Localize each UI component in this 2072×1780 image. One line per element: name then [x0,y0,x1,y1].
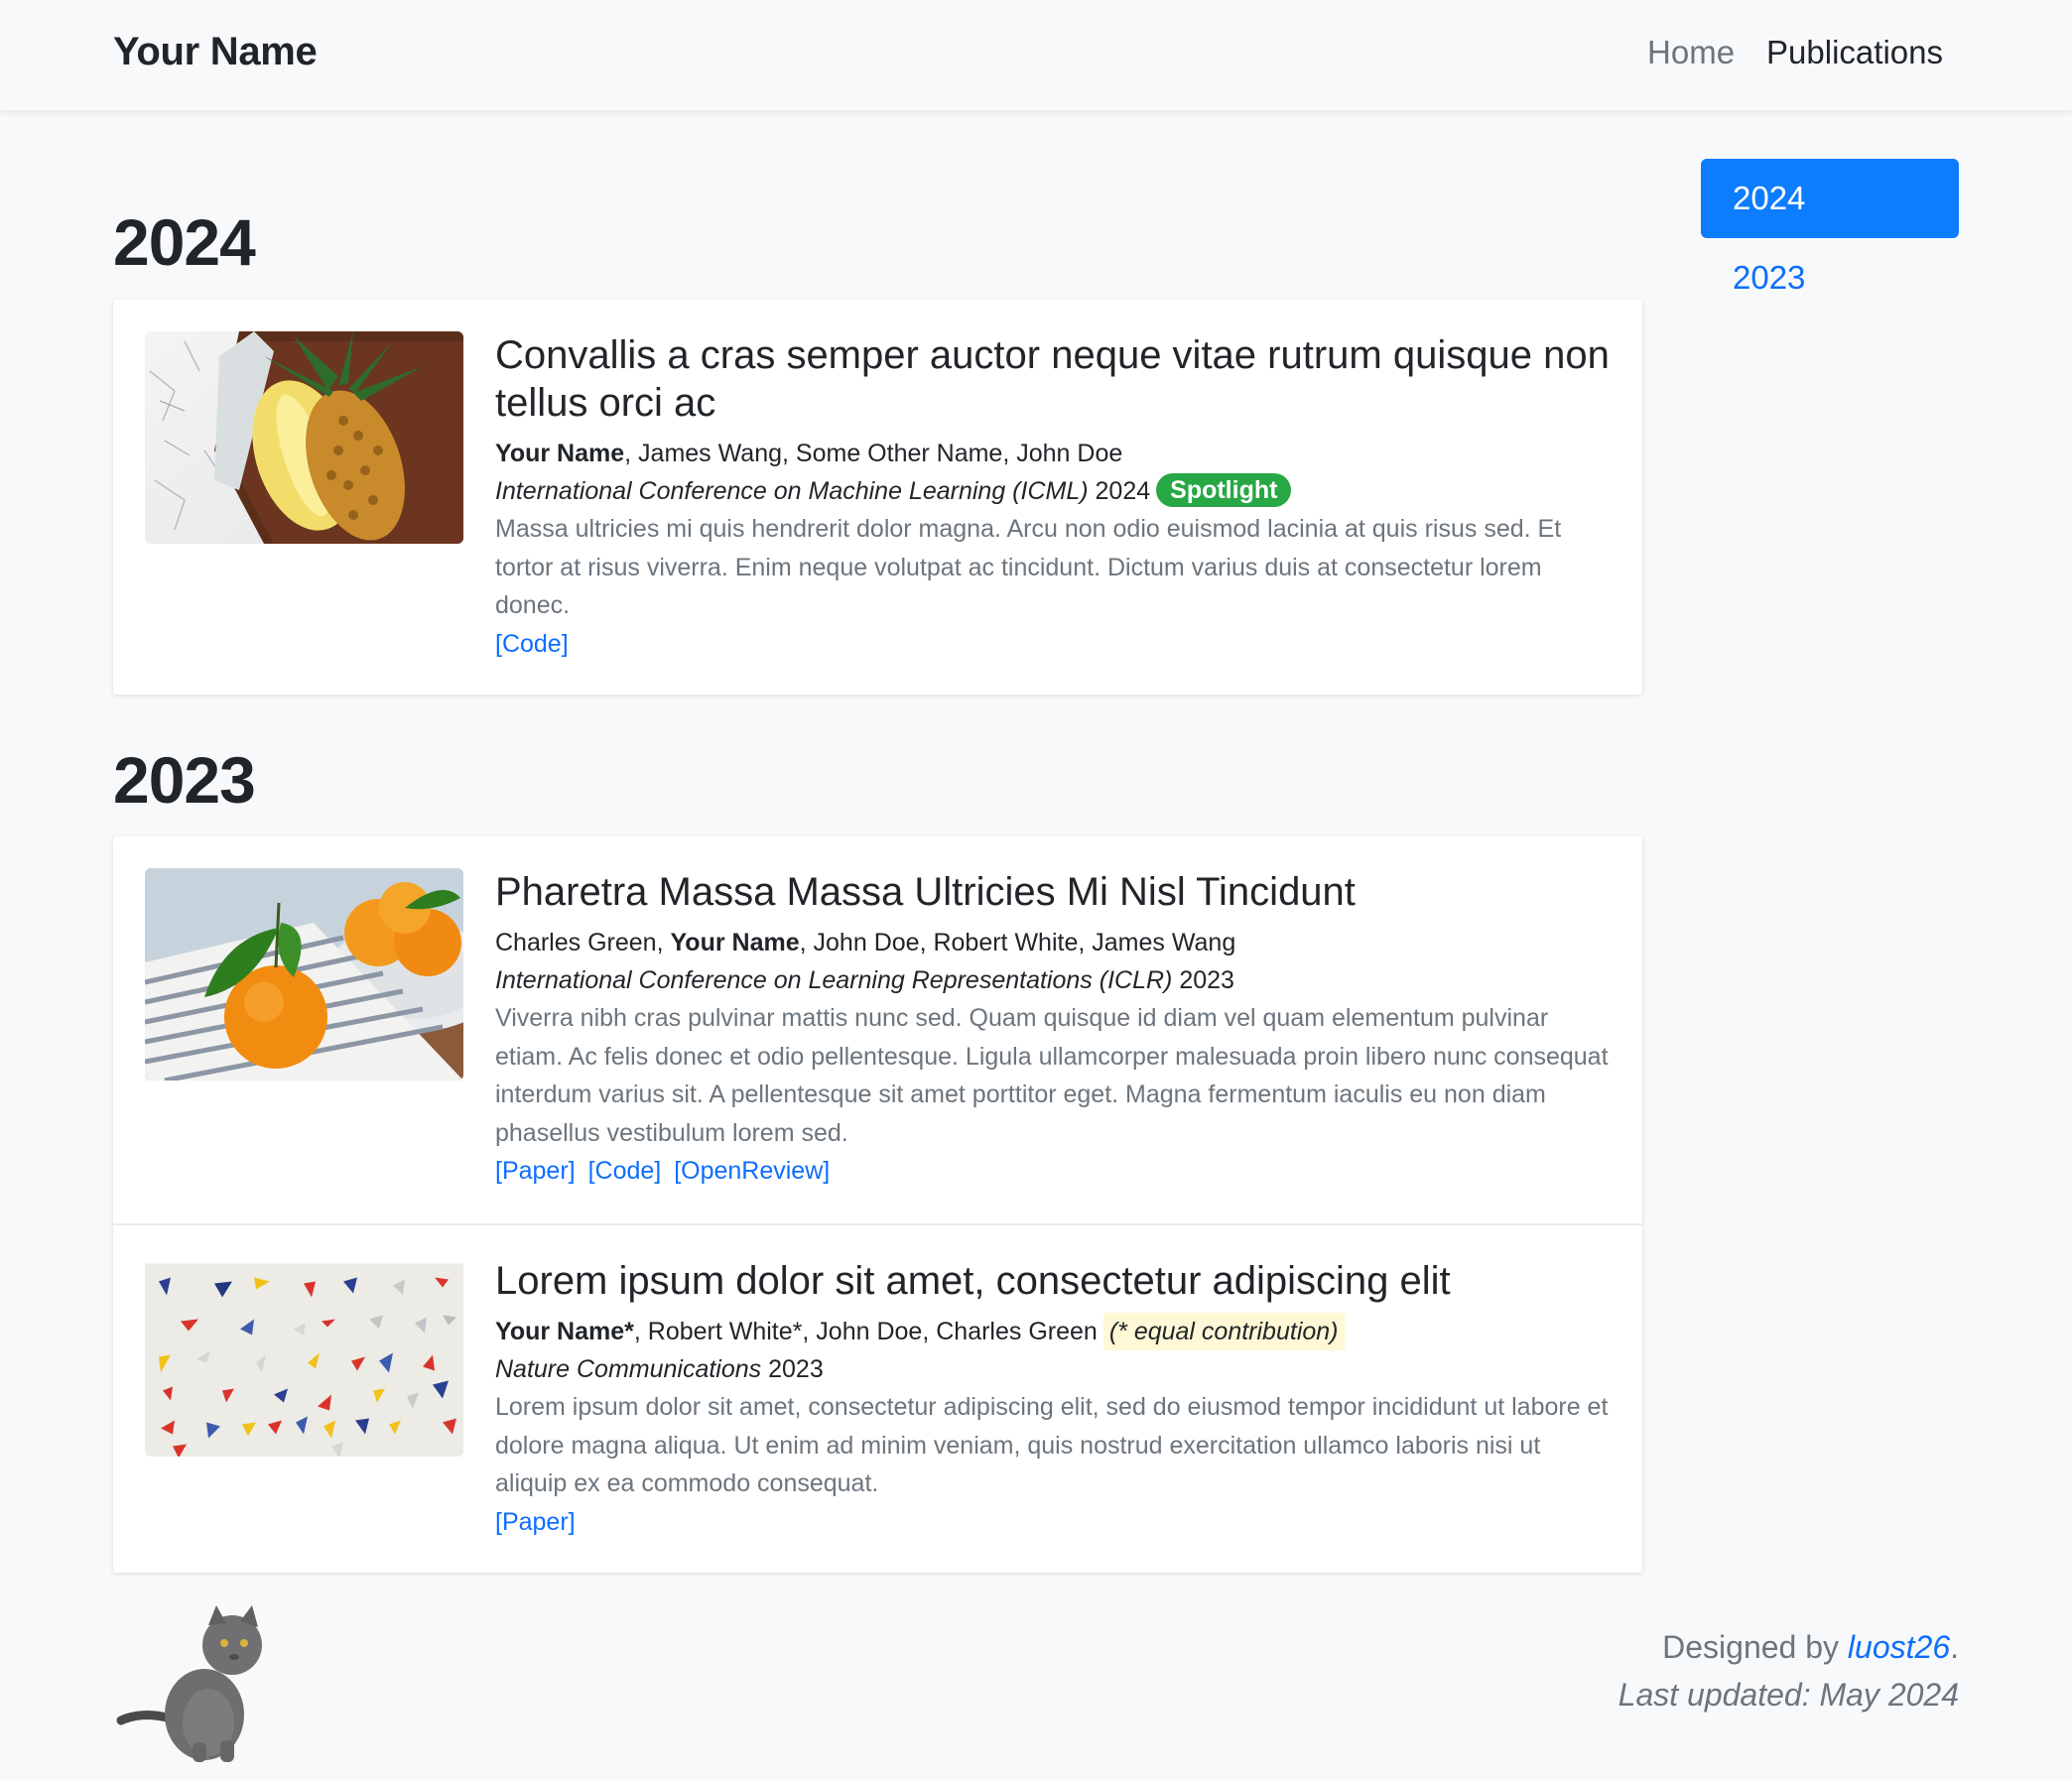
publication-authors: Your Name, James Wang, Some Other Name, … [495,440,1123,467]
publication-details: Pharetra Massa Massa Ultricies Mi Nisl T… [495,868,1611,1190]
venue-name: International Conference on Learning Rep… [495,966,1173,994]
author-name: John Doe [816,1318,923,1345]
publication-abstract: Massa ultricies mi quis hendrerit dolor … [495,515,1562,619]
code-link[interactable]: [Code] [495,630,569,658]
designer-link[interactable]: luost26 [1848,1629,1950,1665]
publication-title[interactable]: Pharetra Massa Massa Ultricies Mi Nisl T… [495,868,1611,916]
author-name: Some Other Name [795,440,1003,467]
author-name: Your Name [495,440,625,467]
paper-link[interactable]: [Paper] [495,1157,576,1185]
publication-authors: Charles Green, Your Name, John Doe, Robe… [495,929,1236,956]
openreview-link[interactable]: [OpenReview] [674,1157,830,1185]
side-nav-item-2023[interactable]: 2023 [1701,238,1959,318]
last-updated: Last updated: May 2024 [1618,1677,1959,1713]
publication-venue: International Conference on Learning Rep… [495,961,1611,999]
publication-abstract: Lorem ipsum dolor sit amet, consectetur … [495,1393,1609,1497]
tangerine-image [145,868,463,1081]
year-side-nav: 2024 2023 [1701,159,1959,318]
designed-by-line: Designed by luost26. [1662,1629,1959,1665]
publication-venue: International Conference on Machine Lear… [495,472,1611,510]
year-heading-2024: 2024 [113,205,256,279]
author-name: Your Name* [495,1318,634,1345]
publication-venue: Nature Communications 2023 [495,1350,1611,1388]
publication-details: Lorem ipsum dolor sit amet, consectetur … [495,1257,1611,1541]
author-name: John Doe [1016,440,1123,467]
publication-title[interactable]: Lorem ipsum dolor sit amet, consectetur … [495,1257,1611,1305]
author-name: James Wang [638,440,783,467]
publication-details: Convallis a cras semper auctor neque vit… [495,331,1611,663]
footer-credits: Designed by luost26. Last updated: May 2… [1619,1623,1959,1718]
author-name: Robert White* [647,1318,803,1345]
author-name: John Doe [813,929,920,956]
publication-authors: Your Name*, Robert White*, John Doe, Cha… [495,1313,1611,1350]
pineapple-image [145,331,463,544]
venue-year: 2024 [1095,477,1151,505]
equal-contribution-note: (* equal contribution) [1102,1313,1345,1350]
author-name: James Wang [1092,929,1236,956]
venue-year: 2023 [768,1355,824,1383]
author-name: Charles Green [936,1318,1098,1345]
publication-item: Convallis a cras semper auctor neque vit… [113,300,1642,695]
nav-link-publications[interactable]: Publications [1766,34,1943,71]
publication-links: [Paper] [495,1503,1611,1541]
venue-year: 2023 [1179,966,1234,994]
publication-abstract: Viverra nibh cras pulvinar mattis nunc s… [495,1004,1609,1147]
author-name: Robert White [933,929,1079,956]
paper-link[interactable]: [Paper] [495,1508,576,1536]
venue-name: International Conference on Machine Lear… [495,477,1089,505]
side-nav-item-2024[interactable]: 2024 [1701,159,1959,238]
site-brand[interactable]: Your Name [113,30,318,74]
venue-name: Nature Communications [495,1355,762,1383]
top-navbar: Your Name Home Publications [0,0,2072,111]
publications-card-2023: Pharetra Massa Massa Ultricies Mi Nisl T… [113,836,1642,1573]
publication-item: Pharetra Massa Massa Ultricies Mi Nisl T… [113,836,1642,1223]
publication-item: Lorem ipsum dolor sit amet, consectetur … [113,1223,1642,1573]
code-link[interactable]: [Code] [588,1157,662,1185]
publication-links: [Code] [495,625,1611,663]
nav-links: Home Publications [1647,34,1943,71]
nav-link-home[interactable]: Home [1647,34,1735,71]
author-name: Charles Green [495,929,657,956]
author-name: Your Name [670,929,800,956]
publication-links: [Paper] [Code] [OpenReview] [495,1152,1611,1190]
year-heading-2023: 2023 [113,743,256,817]
publication-title[interactable]: Convallis a cras semper auctor neque vit… [495,331,1611,427]
publications-card-2024: Convallis a cras semper auctor neque vit… [113,300,1642,695]
cat-image [113,1603,272,1764]
triangles-image [145,1257,463,1457]
spotlight-badge: Spotlight [1156,473,1292,507]
